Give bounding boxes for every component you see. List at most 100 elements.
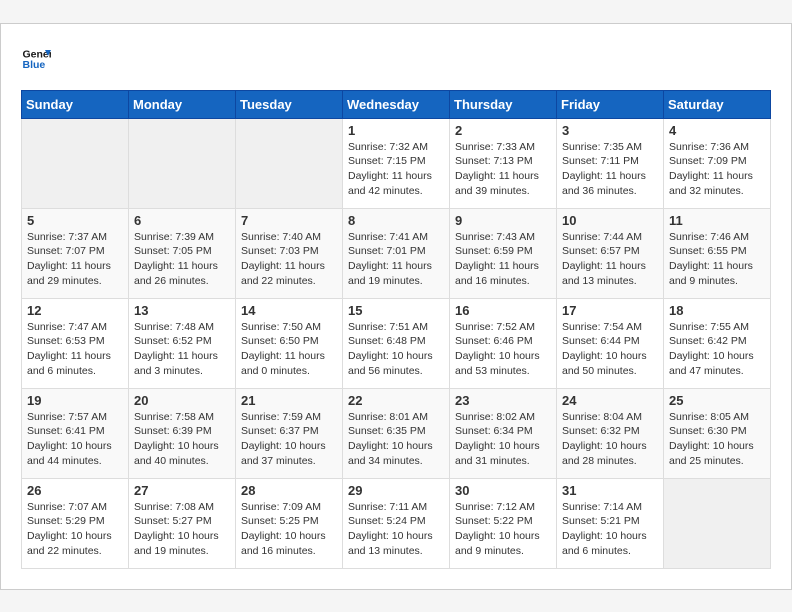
week-row-1: 1 Sunrise: 7:32 AM Sunset: 7:15 PM Daylig… [22,118,771,208]
header: General Blue [21,44,771,74]
day-cell: 8 Sunrise: 7:41 AM Sunset: 7:01 PM Daylig… [343,208,450,298]
logo: General Blue [21,44,51,74]
day-info: Sunrise: 7:54 AM Sunset: 6:44 PM Dayligh… [562,320,658,379]
day-number: 26 [27,483,123,498]
day-number: 28 [241,483,337,498]
day-cell: 29Sunrise: 7:11 AM Sunset: 5:24 PM Dayli… [343,478,450,568]
week-row-4: 19Sunrise: 7:57 AM Sunset: 6:41 PM Dayli… [22,388,771,478]
week-row-3: 12 Sunrise: 7:47 AM Sunset: 6:53 PM Dayli… [22,298,771,388]
day-info: Sunrise: 7:35 AM Sunset: 7:11 PM Dayligh… [562,140,658,199]
calendar-table: SundayMondayTuesdayWednesdayThursdayFrid… [21,90,771,569]
day-cell: 5 Sunrise: 7:37 AM Sunset: 7:07 PM Daylig… [22,208,129,298]
day-cell: 20 Sunrise: 7:58 AM Sunset: 6:39 PM Dayli… [129,388,236,478]
svg-text:Blue: Blue [23,59,46,71]
day-cell: 30 Sunrise: 7:12 AM Sunset: 5:22 PM Dayli… [450,478,557,568]
day-number: 17 [562,303,658,318]
day-number: 14 [241,303,337,318]
day-info: Sunrise: 7:58 AM Sunset: 6:39 PM Dayligh… [134,410,230,469]
day-number: 12 [27,303,123,318]
day-cell [22,118,129,208]
week-row-5: 26 Sunrise: 7:07 AM Sunset: 5:29 PM Dayli… [22,478,771,568]
day-cell: 7 Sunrise: 7:40 AM Sunset: 7:03 PM Daylig… [236,208,343,298]
day-number: 3 [562,123,658,138]
weekday-header-friday: Friday [557,90,664,118]
day-number: 8 [348,213,444,228]
day-cell: 21Sunrise: 7:59 AM Sunset: 6:37 PM Dayli… [236,388,343,478]
day-cell: 4 Sunrise: 7:36 AM Sunset: 7:09 PM Daylig… [664,118,771,208]
day-cell [236,118,343,208]
weekday-header-tuesday: Tuesday [236,90,343,118]
day-number: 18 [669,303,765,318]
day-cell: 19Sunrise: 7:57 AM Sunset: 6:41 PM Dayli… [22,388,129,478]
day-cell: 23Sunrise: 8:02 AM Sunset: 6:34 PM Dayli… [450,388,557,478]
day-info: Sunrise: 7:46 AM Sunset: 6:55 PM Dayligh… [669,230,765,289]
day-cell: 16 Sunrise: 7:52 AM Sunset: 6:46 PM Dayli… [450,298,557,388]
day-number: 15 [348,303,444,318]
weekday-header-monday: Monday [129,90,236,118]
day-cell: 26 Sunrise: 7:07 AM Sunset: 5:29 PM Dayli… [22,478,129,568]
day-number: 11 [669,213,765,228]
day-info: Sunrise: 8:05 AM Sunset: 6:30 PM Dayligh… [669,410,765,469]
day-cell: 3 Sunrise: 7:35 AM Sunset: 7:11 PM Daylig… [557,118,664,208]
logo-icon: General Blue [21,44,51,74]
day-info: Sunrise: 7:47 AM Sunset: 6:53 PM Dayligh… [27,320,123,379]
weekday-header-saturday: Saturday [664,90,771,118]
day-cell: 1 Sunrise: 7:32 AM Sunset: 7:15 PM Daylig… [343,118,450,208]
day-info: Sunrise: 7:36 AM Sunset: 7:09 PM Dayligh… [669,140,765,199]
day-info: Sunrise: 7:33 AM Sunset: 7:13 PM Dayligh… [455,140,551,199]
day-number: 22 [348,393,444,408]
day-number: 9 [455,213,551,228]
day-number: 19 [27,393,123,408]
day-cell: 28 Sunrise: 7:09 AM Sunset: 5:25 PM Dayli… [236,478,343,568]
day-info: Sunrise: 7:12 AM Sunset: 5:22 PM Dayligh… [455,500,551,559]
day-number: 21 [241,393,337,408]
day-cell: 22 Sunrise: 8:01 AM Sunset: 6:35 PM Dayli… [343,388,450,478]
weekday-header-row: SundayMondayTuesdayWednesdayThursdayFrid… [22,90,771,118]
day-cell: 6Sunrise: 7:39 AM Sunset: 7:05 PM Daylig… [129,208,236,298]
day-info: Sunrise: 7:09 AM Sunset: 5:25 PM Dayligh… [241,500,337,559]
day-info: Sunrise: 7:08 AM Sunset: 5:27 PM Dayligh… [134,500,230,559]
day-cell: 11 Sunrise: 7:46 AM Sunset: 6:55 PM Dayli… [664,208,771,298]
week-row-2: 5 Sunrise: 7:37 AM Sunset: 7:07 PM Daylig… [22,208,771,298]
day-cell: 24Sunrise: 8:04 AM Sunset: 6:32 PM Dayli… [557,388,664,478]
day-number: 20 [134,393,230,408]
day-number: 30 [455,483,551,498]
day-info: Sunrise: 7:32 AM Sunset: 7:15 PM Dayligh… [348,140,444,199]
day-info: Sunrise: 7:39 AM Sunset: 7:05 PM Dayligh… [134,230,230,289]
day-number: 10 [562,213,658,228]
day-info: Sunrise: 7:40 AM Sunset: 7:03 PM Dayligh… [241,230,337,289]
day-cell: 9 Sunrise: 7:43 AM Sunset: 6:59 PM Daylig… [450,208,557,298]
day-cell: 18 Sunrise: 7:55 AM Sunset: 6:42 PM Dayli… [664,298,771,388]
day-info: Sunrise: 7:50 AM Sunset: 6:50 PM Dayligh… [241,320,337,379]
day-number: 1 [348,123,444,138]
day-number: 7 [241,213,337,228]
day-number: 25 [669,393,765,408]
day-cell: 25 Sunrise: 8:05 AM Sunset: 6:30 PM Dayli… [664,388,771,478]
day-info: Sunrise: 8:01 AM Sunset: 6:35 PM Dayligh… [348,410,444,469]
day-number: 16 [455,303,551,318]
day-cell [129,118,236,208]
day-info: Sunrise: 7:43 AM Sunset: 6:59 PM Dayligh… [455,230,551,289]
day-cell: 14 Sunrise: 7:50 AM Sunset: 6:50 PM Dayli… [236,298,343,388]
day-cell: 12 Sunrise: 7:47 AM Sunset: 6:53 PM Dayli… [22,298,129,388]
weekday-header-thursday: Thursday [450,90,557,118]
weekday-header-wednesday: Wednesday [343,90,450,118]
calendar-container: General Blue SundayMondayTuesdayWednesda… [0,23,792,590]
day-number: 4 [669,123,765,138]
day-number: 27 [134,483,230,498]
day-info: Sunrise: 7:37 AM Sunset: 7:07 PM Dayligh… [27,230,123,289]
day-number: 24 [562,393,658,408]
day-info: Sunrise: 8:02 AM Sunset: 6:34 PM Dayligh… [455,410,551,469]
day-info: Sunrise: 7:41 AM Sunset: 7:01 PM Dayligh… [348,230,444,289]
day-cell: 13Sunrise: 7:48 AM Sunset: 6:52 PM Dayli… [129,298,236,388]
day-info: Sunrise: 7:55 AM Sunset: 6:42 PM Dayligh… [669,320,765,379]
day-cell: 31Sunrise: 7:14 AM Sunset: 5:21 PM Dayli… [557,478,664,568]
day-number: 13 [134,303,230,318]
day-number: 29 [348,483,444,498]
weekday-header-sunday: Sunday [22,90,129,118]
day-info: Sunrise: 7:44 AM Sunset: 6:57 PM Dayligh… [562,230,658,289]
day-cell: 15Sunrise: 7:51 AM Sunset: 6:48 PM Dayli… [343,298,450,388]
day-number: 5 [27,213,123,228]
day-info: Sunrise: 7:52 AM Sunset: 6:46 PM Dayligh… [455,320,551,379]
day-info: Sunrise: 7:07 AM Sunset: 5:29 PM Dayligh… [27,500,123,559]
